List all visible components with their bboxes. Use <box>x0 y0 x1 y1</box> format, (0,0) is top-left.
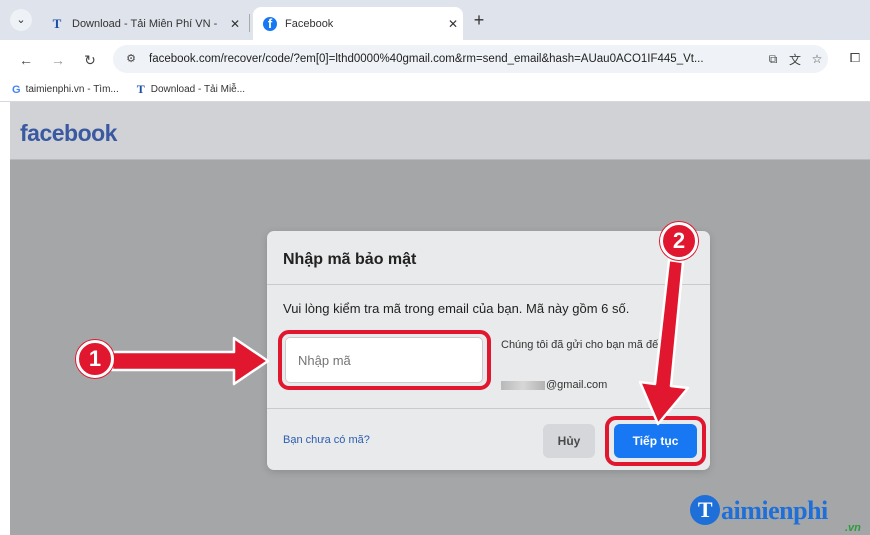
page-overlay: facebook Nhập mã bảo mật Vui lòng kiểm t… <box>10 102 870 535</box>
divider <box>267 284 710 285</box>
browser-tab-strip: ⌄ T Download - Tải Miễn Phí VN - ✕ f Fac… <box>0 0 870 40</box>
bookmark-label: Download - Tải Miễ... <box>150 84 246 95</box>
browser-toolbar: ← → ↻ ⚙ facebook.com/recover/code/?em[0]… <box>0 40 870 78</box>
site-info-icon[interactable]: ⚙ <box>123 51 139 67</box>
bookmarks-bar: G taimienphi.vn - Tìm... T Download - Tả… <box>0 78 870 102</box>
bookmark-star-icon[interactable]: ☆ <box>806 52 828 66</box>
reload-icon[interactable]: ↻ <box>80 50 100 70</box>
forward-arrow-icon[interactable]: → <box>48 50 68 70</box>
new-tab-button[interactable]: + <box>468 9 490 31</box>
no-code-link[interactable]: Bạn chưa có mã? <box>283 434 370 446</box>
facebook-header: facebook <box>10 102 870 160</box>
security-code-dialog: Nhập mã bảo mật Vui lòng kiểm tra mã tro… <box>267 231 710 470</box>
cancel-button[interactable]: Hủy <box>543 424 595 458</box>
dialog-title: Nhập mã bảo mật <box>283 251 417 268</box>
taimienphi-watermark: Taimienphi <box>690 495 828 526</box>
taimienphi-t-icon: T <box>52 15 62 31</box>
install-app-icon[interactable]: ⧉ <box>762 52 784 67</box>
translate-icon[interactable]: 文 <box>784 51 806 68</box>
bookmark-label: taimienphi.vn - Tìm... <box>25 84 119 95</box>
tab-title: Download - Tải Miễn Phí VN - <box>72 17 218 30</box>
code-sent-note: Chúng tôi đã gửi cho bạn mã đến: <box>501 339 668 351</box>
watermark-suffix: .vn <box>845 522 861 534</box>
watermark-initial: T <box>690 495 720 525</box>
extensions-puzzle-icon[interactable]: ⧠ <box>846 50 864 68</box>
highlight-ring-input <box>278 330 491 390</box>
tab-title: Facebook <box>285 17 334 30</box>
close-icon[interactable]: ✕ <box>225 17 245 31</box>
watermark-text: aimienphi <box>721 496 828 525</box>
masked-email: @gmail.com <box>501 379 607 391</box>
instruction-text: Vui lòng kiểm tra mã trong email của bạn… <box>283 301 630 316</box>
facebook-logo[interactable]: facebook <box>20 120 117 147</box>
email-blur <box>501 380 545 390</box>
bookmark-item[interactable]: G taimienphi.vn - Tìm... <box>12 84 119 96</box>
tab-separator <box>249 14 250 32</box>
tab-facebook[interactable]: f Facebook ✕ <box>253 7 463 40</box>
step-badge-2: 2 <box>660 222 698 260</box>
bookmark-item[interactable]: T Download - Tải Miễ... <box>137 82 245 97</box>
step-badge-1: 1 <box>76 340 114 378</box>
facebook-icon: f <box>263 16 277 31</box>
email-suffix: @gmail.com <box>546 379 608 391</box>
url-text[interactable]: facebook.com/recover/code/?em[0]=lthd000… <box>149 53 762 65</box>
back-arrow-icon[interactable]: ← <box>16 50 36 70</box>
tab-download-taimienphi[interactable]: T Download - Tải Miễn Phí VN - ✕ <box>40 7 245 40</box>
tab-search-icon[interactable]: ⌄ <box>10 9 32 31</box>
highlight-ring-button <box>605 416 706 466</box>
address-bar[interactable]: ⚙ facebook.com/recover/code/?em[0]=lthd0… <box>113 45 828 73</box>
close-icon[interactable]: ✕ <box>443 17 463 31</box>
divider <box>267 408 710 409</box>
google-icon: G <box>12 83 21 96</box>
taimienphi-t-icon: T <box>136 82 145 96</box>
